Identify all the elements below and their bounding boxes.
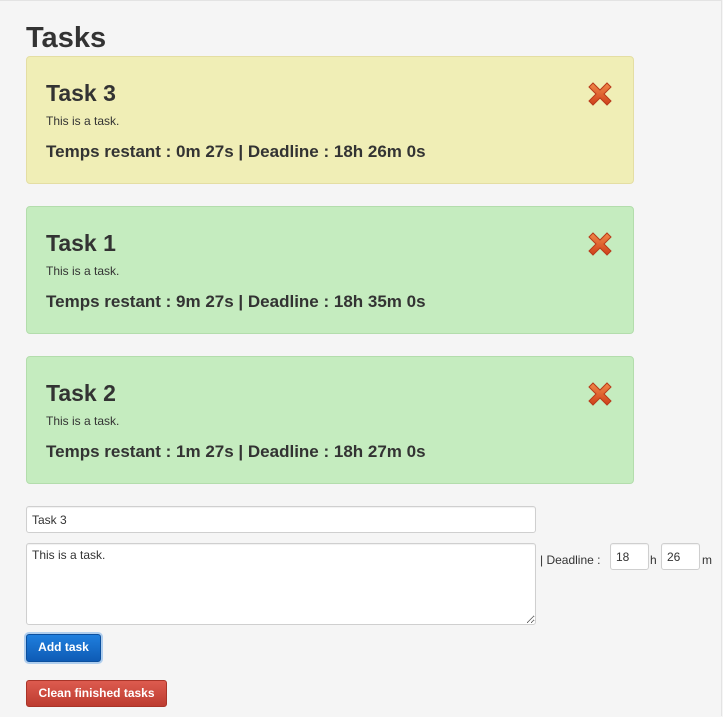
close-x-icon [588, 382, 612, 406]
close-x-icon [588, 232, 612, 256]
task-time-info: Temps restant : 0m 27s | Deadline : 18h … [46, 142, 426, 161]
deadline-hour-input[interactable] [610, 543, 649, 570]
delete-task-button[interactable] [585, 229, 615, 259]
minute-unit-label: m [702, 553, 712, 567]
task-card: Task 2 This is a task. Temps restant : 1… [26, 356, 634, 484]
task-card: Task 3 This is a task. Temps restant : 0… [26, 56, 634, 184]
task-description-textarea[interactable]: This is a task. [26, 543, 536, 625]
page-title: Tasks [26, 22, 107, 54]
task-description: This is a task. [46, 114, 120, 128]
delete-task-button[interactable] [585, 79, 615, 109]
task-title: Task 1 [46, 230, 116, 256]
add-task-button[interactable]: Add task [26, 634, 101, 662]
task-description: This is a task. [46, 264, 120, 278]
task-title: Task 3 [46, 80, 116, 106]
delete-task-button[interactable] [585, 379, 615, 409]
task-time-info: Temps restant : 9m 27s | Deadline : 18h … [46, 292, 426, 311]
deadline-label: | Deadline : [540, 553, 601, 567]
task-title-input[interactable] [26, 506, 536, 533]
task-title: Task 2 [46, 380, 116, 406]
task-time-info: Temps restant : 1m 27s | Deadline : 18h … [46, 442, 426, 461]
task-description: This is a task. [46, 414, 120, 428]
close-x-icon [588, 82, 612, 106]
clean-finished-tasks-button[interactable]: Clean finished tasks [26, 680, 167, 707]
deadline-minute-input[interactable] [661, 543, 700, 570]
task-card: Task 1 This is a task. Temps restant : 9… [26, 206, 634, 334]
hour-unit-label: h [650, 553, 657, 567]
